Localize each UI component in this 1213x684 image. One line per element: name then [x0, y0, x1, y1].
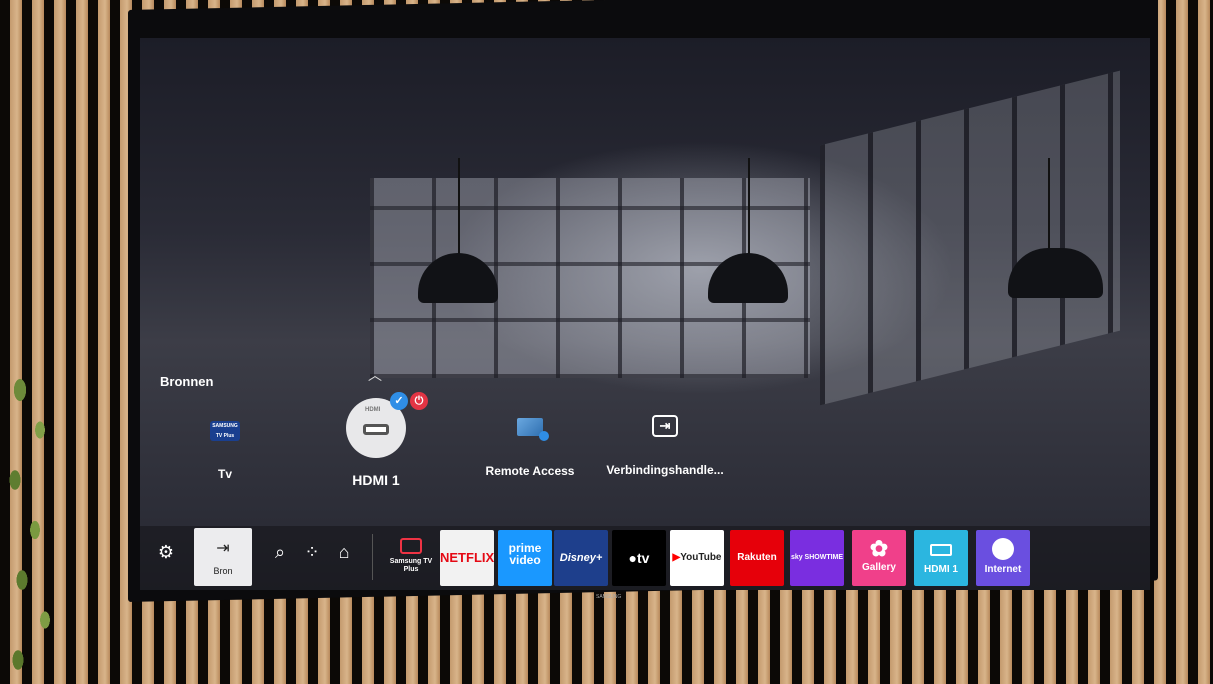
source-label: Verbindingshandle...: [606, 463, 724, 477]
apple-icon: ●: [628, 550, 637, 566]
samsung-tv-plus-logo: SAMSUNG TV Plus: [210, 421, 240, 441]
sources-title: Bronnen: [160, 374, 214, 389]
source-connection-guide[interactable]: ⇥ Verbindingshandle...: [600, 415, 730, 477]
lamp-cord: [1048, 158, 1050, 253]
remote-access-icon: [517, 418, 549, 441]
apps-icon[interactable]: ⁘: [300, 542, 324, 563]
source-hdmi-1[interactable]: HDMI ✓ ⏻ HDMI 1: [340, 392, 428, 488]
chevron-up-icon[interactable]: ︿: [368, 365, 382, 385]
check-icon: ✓: [390, 392, 408, 410]
app-gallery[interactable]: ✿ Gallery: [852, 530, 906, 586]
app-disney-plus[interactable]: Disney+: [554, 530, 608, 586]
settings-icon[interactable]: ⚙: [154, 542, 178, 563]
source-remote-access[interactable]: Remote Access: [480, 418, 580, 478]
internet-globe-icon: [992, 538, 1014, 560]
source-label: HDMI 1: [352, 472, 400, 488]
lamp-cord: [458, 158, 460, 258]
hdmi-port-icon: [930, 544, 952, 556]
source-label: Tv: [217, 467, 232, 481]
power-icon[interactable]: ⏻: [410, 392, 428, 410]
tv-brand-label: SAMSUNG: [596, 594, 622, 600]
gallery-flower-icon: ✿: [869, 536, 889, 561]
smart-hub-bar: ⚙ ⇥ Bron ⌕ ⁘ ⌂ Samsung TV Plus NETFLIX p…: [140, 526, 1150, 590]
tv-plus-icon: [400, 538, 422, 554]
source-tv[interactable]: SAMSUNG TV Plus Tv: [195, 421, 255, 481]
app-internet[interactable]: Internet: [976, 530, 1030, 586]
app-prime-video[interactable]: prime video: [498, 530, 552, 586]
app-hdmi-1[interactable]: HDMI 1: [914, 530, 968, 586]
app-netflix[interactable]: NETFLIX: [440, 530, 494, 586]
tv-screen: Bronnen ︿ SAMSUNG TV Plus Tv HDMI ✓ ⏻ HD…: [140, 38, 1150, 590]
bron-button[interactable]: ⇥ Bron: [194, 528, 252, 586]
app-youtube[interactable]: ▶YouTube: [670, 530, 724, 586]
hdmi-icon: HDMI ✓ ⏻: [346, 392, 428, 458]
bar-divider: [372, 534, 373, 580]
home-icon[interactable]: ⌂: [332, 542, 356, 563]
window-reflection-right: [820, 70, 1120, 406]
plant-decoration: [0, 360, 70, 684]
source-label: Remote Access: [485, 464, 575, 478]
source-icon: ⇥: [216, 540, 230, 557]
app-rakuten-tv[interactable]: Rakuten TV: [730, 530, 784, 586]
connection-guide-icon: ⇥: [652, 415, 678, 437]
search-icon[interactable]: ⌕: [268, 542, 292, 563]
app-sky-showtime[interactable]: sky SHOWTIME: [790, 530, 844, 586]
app-apple-tv[interactable]: ●tv: [612, 530, 666, 586]
lamp-cord: [748, 158, 750, 258]
app-samsung-tv-plus[interactable]: Samsung TV Plus: [384, 530, 438, 586]
